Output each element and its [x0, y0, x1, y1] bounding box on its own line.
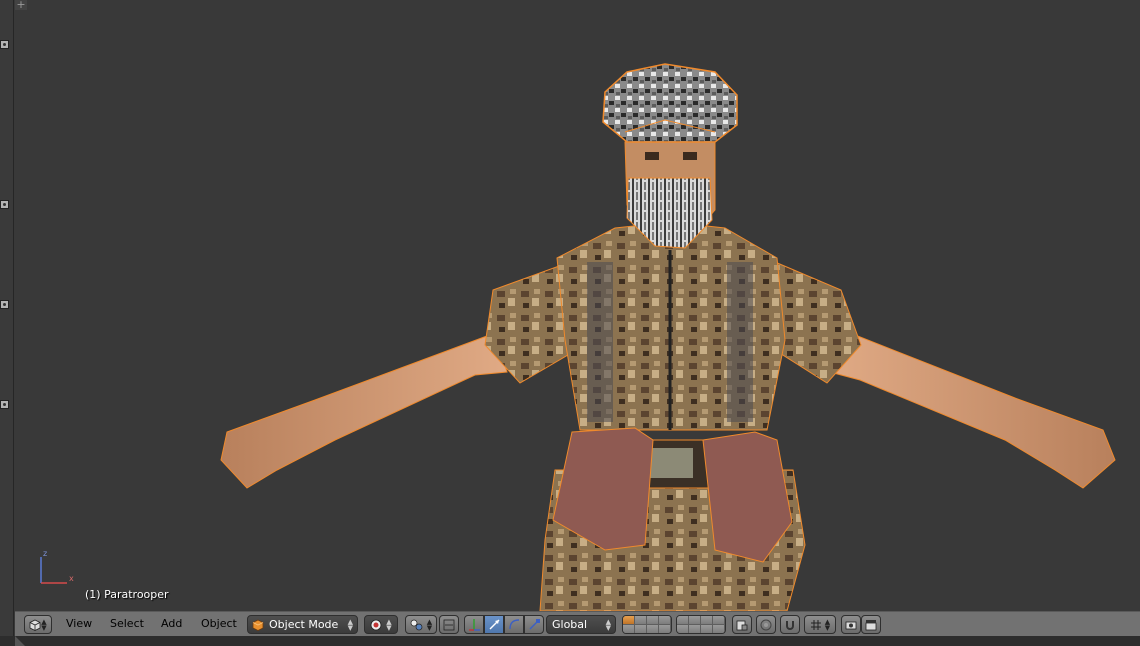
- pivot-center-toggle[interactable]: [439, 615, 459, 634]
- manipulator-axes-icon: [468, 619, 480, 631]
- arrows-inward-icon: [443, 619, 455, 630]
- right-arm: [829, 332, 1116, 489]
- scale-tool-button[interactable]: [524, 615, 544, 634]
- left-arm: [220, 332, 508, 489]
- camera-icon[interactable]: [0, 200, 9, 209]
- layers-group-2[interactable]: [676, 615, 726, 634]
- camera-icon[interactable]: [0, 400, 9, 409]
- torso-shading-right: [727, 262, 753, 422]
- opengl-render-button[interactable]: [841, 615, 861, 634]
- updown-arrows-icon: ▲ ▼: [347, 617, 353, 632]
- snap-magnet-icon: [786, 620, 794, 630]
- opengl-animation-button[interactable]: [861, 615, 881, 634]
- updown-arrows-icon: ▲ ▼: [41, 617, 47, 632]
- area-corner-icon[interactable]: [15, 636, 25, 646]
- 3d-viewport[interactable]: + z x (1) Paratrooper: [15, 0, 1140, 611]
- solid-shading-icon: [370, 619, 382, 630]
- belt-buckle: [647, 448, 693, 478]
- translate-arrow-icon: [489, 619, 499, 630]
- axis-gizmo: z x: [40, 549, 74, 584]
- proportional-edit-icon: [760, 619, 772, 630]
- turban: [602, 63, 738, 143]
- snap-element-dropdown[interactable]: ▲ ▼: [804, 615, 836, 634]
- object-cube-icon: [252, 619, 264, 631]
- lock-camera-button[interactable]: [732, 615, 752, 634]
- updown-arrows-icon: ▲ ▼: [426, 617, 433, 632]
- snap-grid-icon: [810, 619, 821, 630]
- viewport-shading-dropdown[interactable]: ▲ ▼: [364, 615, 398, 634]
- pivot-point-dropdown[interactable]: ▲ ▼: [405, 615, 437, 634]
- menu-object[interactable]: Object: [201, 617, 237, 630]
- render-camera-icon: [845, 621, 857, 629]
- proportional-editing-button[interactable]: [756, 615, 776, 634]
- snap-toggle-button[interactable]: [780, 615, 800, 634]
- 3d-view-cube-icon: [29, 619, 41, 631]
- pivot-point-icon: [410, 619, 423, 630]
- torso-shading-left: [587, 262, 613, 422]
- translate-tool-button[interactable]: [484, 615, 504, 634]
- transform-orientation-dropdown[interactable]: Global ▲ ▼: [546, 615, 616, 634]
- manipulator-toggle[interactable]: [464, 615, 484, 634]
- camera-icon[interactable]: [0, 40, 9, 49]
- menu-view[interactable]: View: [66, 617, 92, 630]
- editor-type-button[interactable]: ▲ ▼: [24, 615, 52, 634]
- camera-icon[interactable]: [0, 300, 9, 309]
- left-editor-strip: [0, 0, 14, 646]
- menu-select[interactable]: Select: [110, 617, 144, 630]
- updown-arrows-icon: ▲ ▼: [824, 617, 831, 632]
- layers-group-1[interactable]: [622, 615, 672, 634]
- rotate-tool-button[interactable]: [504, 615, 524, 634]
- 3d-view-header: ▲ ▼ View Select Add Object Object Mode ▲ ▼…: [15, 611, 1140, 636]
- active-object-label: (1) Paratrooper: [85, 588, 169, 601]
- axis-z-label: z: [43, 549, 47, 558]
- updown-arrows-icon: ▲ ▼: [605, 617, 611, 632]
- mode-dropdown-value: Object Mode: [269, 618, 339, 631]
- orientation-dropdown-value: Global: [552, 618, 588, 631]
- paratrooper-model[interactable]: [15, 0, 1140, 611]
- menu-add[interactable]: Add: [161, 617, 182, 630]
- mode-dropdown[interactable]: Object Mode ▲ ▼: [247, 615, 358, 634]
- updown-arrows-icon: ▲ ▼: [386, 617, 392, 632]
- scale-icon: [529, 619, 540, 630]
- clapper-icon: [865, 619, 877, 630]
- layer-lock-icon: [736, 620, 748, 630]
- rotate-arc-icon: [508, 619, 519, 630]
- window-bottom-edge: [0, 636, 1140, 646]
- axis-x-label: x: [69, 574, 74, 583]
